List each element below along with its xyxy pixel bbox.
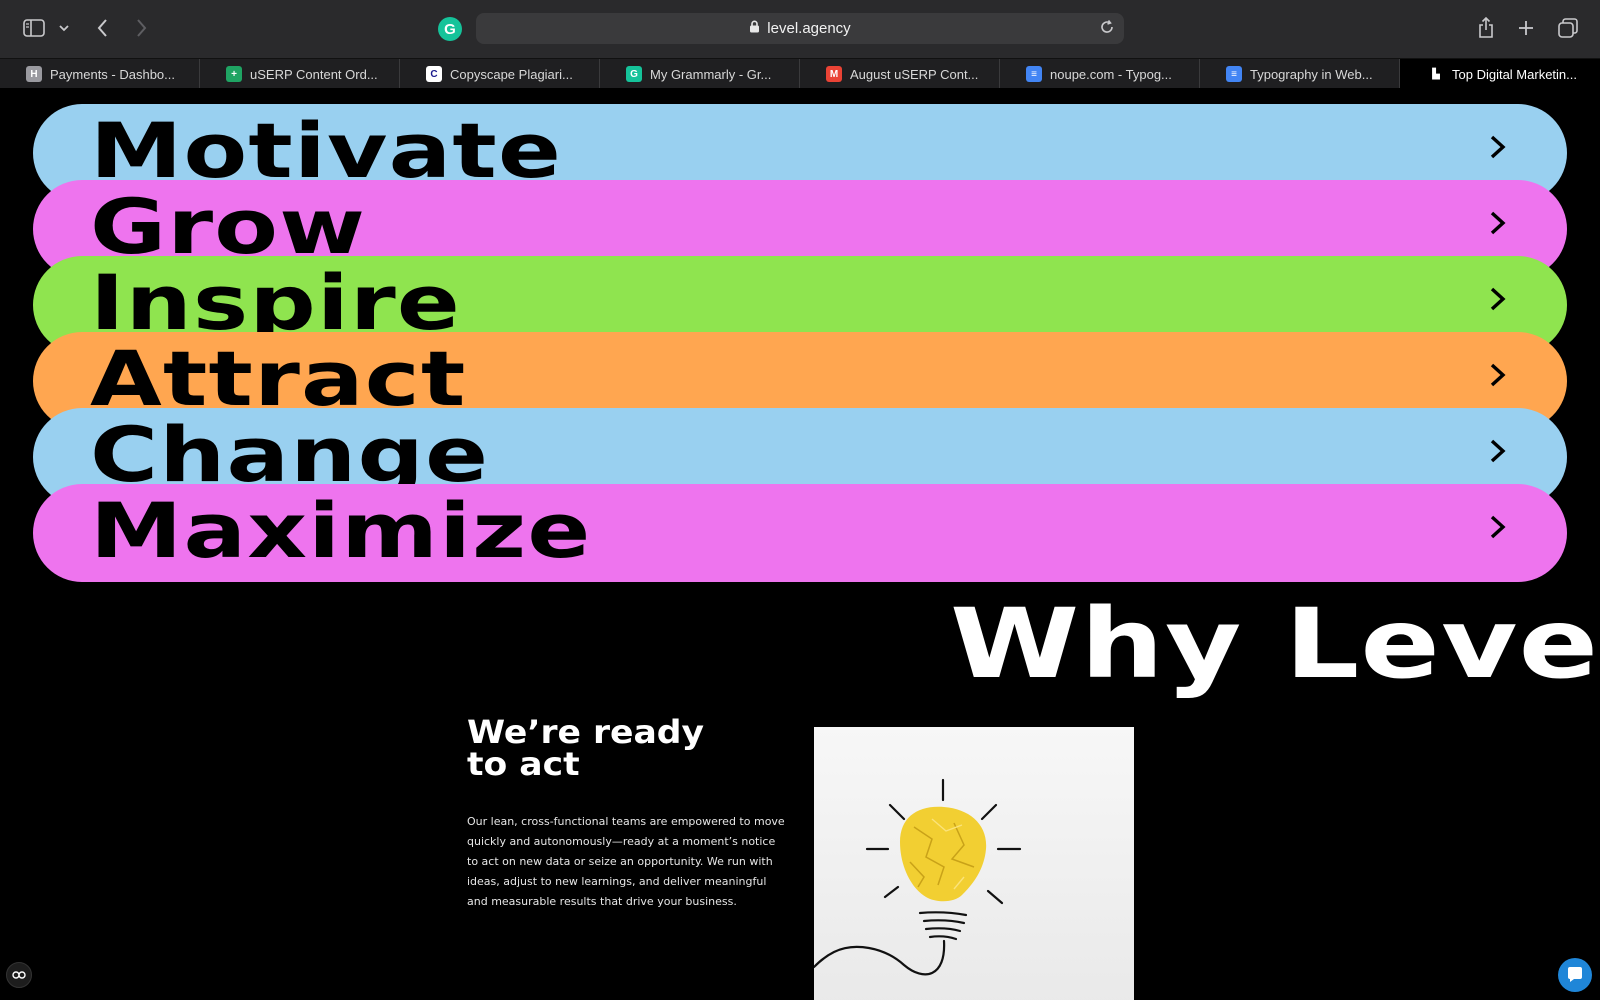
menu-pill-label: Inspire bbox=[90, 258, 462, 347]
tab-favicon-icon: ≡ bbox=[1226, 66, 1242, 82]
tab-label: noupe.com - Typog... bbox=[1050, 66, 1172, 82]
chat-icon[interactable] bbox=[1558, 958, 1592, 992]
page-content: Motivate Grow Inspire Attract Change Maximize… bbox=[0, 88, 1600, 1000]
subheading-line: to act bbox=[467, 745, 580, 783]
menu-pill-label: Grow bbox=[90, 182, 367, 271]
new-tab-icon[interactable] bbox=[1516, 18, 1536, 38]
tab-favicon-icon: M bbox=[826, 66, 842, 82]
chevron-right-icon bbox=[1489, 286, 1507, 317]
tab-label: August uSERP Cont... bbox=[850, 66, 979, 82]
browser-tab[interactable]: + uSERP Content Ord... bbox=[200, 59, 400, 89]
tab-favicon-icon: H bbox=[26, 66, 42, 82]
forward-icon[interactable] bbox=[131, 18, 151, 38]
chevron-right-icon bbox=[1489, 514, 1507, 545]
tab-favicon-icon: ▙ bbox=[1432, 68, 1440, 80]
lightbulb-image bbox=[814, 727, 1134, 1000]
sidebar-toggle-icon[interactable] bbox=[22, 18, 46, 38]
browser-tab[interactable]: ▙ Top Digital Marketin... bbox=[1400, 59, 1600, 89]
grammarly-extension-icon[interactable]: G bbox=[438, 17, 462, 41]
accessibility-widget-icon[interactable] bbox=[6, 962, 32, 988]
lock-icon bbox=[749, 20, 760, 37]
tab-favicon-icon: + bbox=[226, 66, 242, 82]
browser-tab[interactable]: M August uSERP Cont... bbox=[800, 59, 1000, 89]
browser-tab[interactable]: G My Grammarly - Gr... bbox=[600, 59, 800, 89]
chevron-right-icon bbox=[1489, 438, 1507, 469]
menu-pill-label: Motivate bbox=[90, 106, 563, 195]
tab-overview-icon[interactable] bbox=[1557, 17, 1579, 39]
section-heading: Why Level bbox=[950, 588, 1600, 700]
reload-icon[interactable] bbox=[1099, 19, 1115, 39]
tab-favicon-icon: ≡ bbox=[1026, 66, 1042, 82]
tab-label: Copyscape Plagiari... bbox=[450, 66, 573, 82]
chevron-right-icon bbox=[1489, 362, 1507, 393]
browser-tab[interactable]: C Copyscape Plagiari... bbox=[400, 59, 600, 89]
browser-tab[interactable]: ≡ Typography in Web... bbox=[1200, 59, 1400, 89]
browser-toolbar: G level.agency bbox=[0, 0, 1600, 58]
menu-pill-maximize[interactable]: Maximize bbox=[33, 484, 1567, 582]
share-icon[interactable] bbox=[1476, 16, 1496, 40]
address-bar[interactable]: level.agency bbox=[476, 13, 1124, 44]
browser-tab[interactable]: H Payments - Dashbo... bbox=[0, 59, 200, 89]
menu-pill-label: Change bbox=[90, 410, 490, 499]
tab-label: Payments - Dashbo... bbox=[50, 66, 175, 82]
tab-label: uSERP Content Ord... bbox=[250, 66, 378, 82]
chevron-down-icon[interactable] bbox=[57, 20, 71, 36]
tab-favicon-icon: C bbox=[426, 66, 442, 82]
subheading-line: We’re ready bbox=[467, 713, 705, 751]
menu-pill-label: Maximize bbox=[90, 486, 592, 575]
chevron-right-icon bbox=[1489, 210, 1507, 241]
back-icon[interactable] bbox=[92, 18, 112, 38]
subheading: We’re ready to act bbox=[467, 716, 704, 780]
tab-favicon-icon: G bbox=[626, 66, 642, 82]
tab-label: Top Digital Marketin... bbox=[1452, 66, 1577, 82]
tab-label: Typography in Web... bbox=[1250, 66, 1373, 82]
chevron-right-icon bbox=[1489, 134, 1507, 165]
url-text: level.agency bbox=[767, 20, 851, 37]
body-text: Our lean, cross-functional teams are emp… bbox=[467, 815, 785, 908]
browser-tab[interactable]: ≡ noupe.com - Typog... bbox=[1000, 59, 1200, 89]
menu-pill-label: Attract bbox=[90, 334, 467, 423]
tab-bar: H Payments - Dashbo... + uSERP Content Ord.… bbox=[0, 58, 1600, 89]
tab-label: My Grammarly - Gr... bbox=[650, 66, 772, 82]
